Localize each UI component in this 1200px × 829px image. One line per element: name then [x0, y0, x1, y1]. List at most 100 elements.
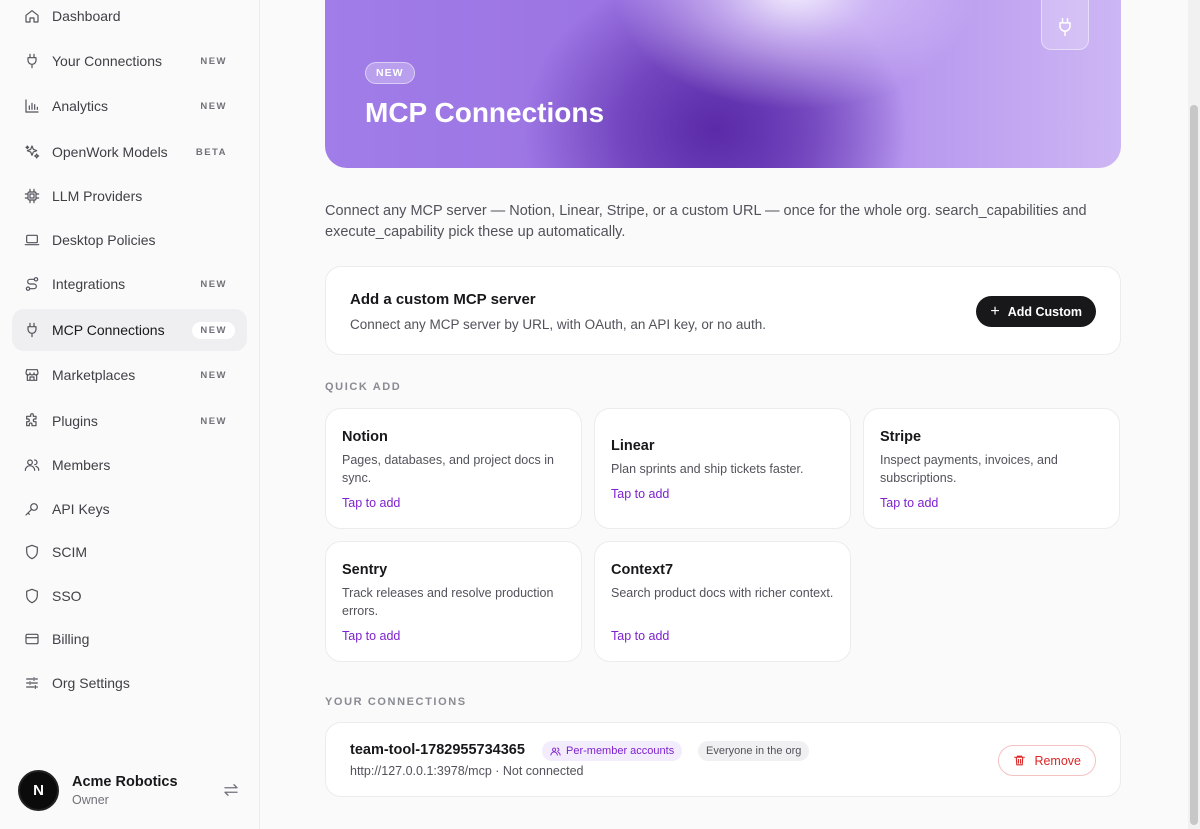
key-icon — [24, 501, 40, 517]
tap-to-add-link[interactable]: Tap to add — [342, 629, 400, 643]
remove-button[interactable]: Remove — [998, 745, 1096, 776]
custom-server-title: Add a custom MCP server — [350, 291, 536, 308]
tap-to-add-link[interactable]: Tap to add — [611, 487, 669, 501]
switch-icon[interactable] — [222, 781, 240, 799]
tap-to-add-link[interactable]: Tap to add — [880, 496, 938, 510]
org-switcher[interactable]: N Acme Robotics Owner — [18, 768, 248, 812]
sidebar-item-label: OpenWork Models — [52, 144, 168, 160]
quick-add-description: Plan sprints and ship tickets faster. — [611, 462, 804, 476]
sidebar-item-billing[interactable]: Billing — [12, 618, 247, 660]
users-icon — [550, 747, 561, 756]
puzzle-icon — [24, 413, 40, 429]
sidebar-item-desktop-policies[interactable]: Desktop Policies — [12, 219, 247, 261]
sliders-icon — [24, 675, 40, 691]
sidebar-item-plugins[interactable]: Plugins NEW — [12, 400, 247, 442]
sidebar-item-members[interactable]: Members — [12, 444, 247, 486]
sidebar-item-label: SCIM — [52, 544, 87, 560]
sidebar-item-label: Analytics — [52, 98, 109, 114]
plus-icon: + — [990, 302, 1000, 320]
sidebar-item-mcp-connections[interactable]: MCP Connections NEW — [12, 309, 247, 351]
sidebar-item-label: LLM Providers — [52, 188, 143, 204]
quick-add-name: Linear — [611, 438, 655, 454]
tap-to-add-link[interactable]: Tap to add — [611, 629, 669, 643]
sidebar-item-scim[interactable]: SCIM — [12, 531, 247, 573]
quick-add-context7[interactable]: Context7 Search product docs with richer… — [594, 541, 851, 662]
quick-add-name: Stripe — [880, 429, 922, 445]
main-content: NEW MCP Connections Connect any MCP serv… — [260, 0, 1188, 829]
scrollbar[interactable] — [1188, 0, 1200, 829]
sidebar-item-org-settings[interactable]: Org Settings — [12, 662, 247, 704]
quick-add-stripe[interactable]: Stripe Inspect payments, invoices, and s… — [863, 408, 1120, 529]
add-custom-button[interactable]: + Add Custom — [976, 296, 1096, 327]
custom-server-subtitle: Connect any MCP server by URL, with OAut… — [350, 317, 766, 332]
sidebar-item-label: Dashboard — [52, 8, 121, 24]
users-icon — [24, 457, 40, 473]
sidebar-item-label: Integrations — [52, 276, 126, 292]
credit-card-icon — [24, 631, 40, 647]
sidebar-item-label: Desktop Policies — [52, 232, 156, 248]
quick-add-description: Inspect payments, invoices, and subscrip… — [880, 453, 1058, 485]
sidebar-item-label: Your Connections — [52, 53, 163, 69]
store-icon — [24, 367, 40, 383]
sidebar: Dashboard Your Connections NEW Analytics… — [0, 0, 260, 829]
quick-add-heading: QUICK ADD — [325, 381, 402, 393]
sidebar-item-label: API Keys — [52, 501, 110, 517]
connection-name: team-tool-1782955734365 — [350, 742, 525, 758]
org-name: Acme Robotics — [72, 773, 178, 790]
custom-server-card: Add a custom MCP server Connect any MCP … — [325, 266, 1121, 355]
scroll-thumb[interactable] — [1190, 105, 1198, 825]
sidebar-item-label: Org Settings — [52, 675, 130, 691]
auth-mode-pill: Per-member accounts — [542, 741, 683, 761]
connection-url-status: http://127.0.0.1:3978/mcp · Not connecte… — [350, 764, 584, 778]
remove-label: Remove — [1034, 753, 1081, 768]
new-badge: NEW — [200, 369, 227, 381]
cpu-icon — [24, 188, 40, 204]
quick-add-description: Search product docs with richer context. — [611, 586, 834, 600]
sidebar-item-api-keys[interactable]: API Keys — [12, 488, 247, 530]
connection-row: team-tool-1782955734365 Per-member accou… — [325, 722, 1121, 797]
home-icon — [24, 8, 40, 24]
sidebar-item-integrations[interactable]: Integrations NEW — [12, 263, 247, 305]
quick-add-name: Context7 — [611, 562, 674, 578]
quick-add-description: Pages, databases, and project docs in sy… — [342, 453, 554, 485]
sidebar-item-label: SSO — [52, 588, 82, 604]
new-badge: NEW — [200, 415, 227, 427]
sidebar-item-label: Members — [52, 457, 111, 473]
sidebar-item-analytics[interactable]: Analytics NEW — [12, 85, 247, 127]
route-icon — [24, 276, 40, 292]
page-title: MCP Connections — [365, 97, 605, 128]
page-description: Connect any MCP server — Notion, Linear,… — [325, 203, 1087, 240]
hero-banner: NEW MCP Connections — [325, 0, 1121, 168]
auth-mode-label: Per-member accounts — [566, 745, 675, 757]
add-custom-label: Add Custom — [1007, 304, 1082, 319]
trash-icon — [1014, 755, 1026, 766]
quick-add-sentry[interactable]: Sentry Track releases and resolve produc… — [325, 541, 582, 662]
new-badge: NEW — [365, 62, 415, 84]
sidebar-item-label: MCP Connections — [52, 322, 165, 338]
your-connections-heading: YOUR CONNECTIONS — [325, 696, 467, 708]
scope-pill: Everyone in the org — [698, 741, 810, 761]
quick-add-description: Track releases and resolve production er… — [342, 586, 554, 618]
sidebar-item-dashboard[interactable]: Dashboard — [12, 0, 247, 37]
bar-chart-icon — [24, 98, 40, 114]
quick-add-linear[interactable]: Linear Plan sprints and ship tickets fas… — [594, 408, 851, 529]
new-badge: NEW — [200, 278, 227, 290]
quick-add-notion[interactable]: Notion Pages, databases, and project doc… — [325, 408, 582, 529]
plug-icon — [1041, 0, 1089, 50]
sidebar-item-your-connections[interactable]: Your Connections NEW — [12, 40, 247, 82]
sidebar-item-llm-providers[interactable]: LLM Providers — [12, 175, 247, 217]
quick-add-name: Notion — [342, 429, 388, 445]
new-badge: NEW — [192, 321, 235, 339]
avatar: N — [18, 769, 59, 811]
plug-icon — [24, 322, 40, 338]
sidebar-item-sso[interactable]: SSO — [12, 575, 247, 617]
sidebar-item-label: Billing — [52, 631, 90, 647]
new-badge: NEW — [200, 100, 227, 112]
sidebar-item-openwork-models[interactable]: OpenWork Models BETA — [12, 131, 247, 173]
org-role: Owner — [72, 792, 109, 807]
sidebar-item-label: Plugins — [52, 413, 98, 429]
laptop-icon — [24, 232, 40, 248]
sidebar-item-marketplaces[interactable]: Marketplaces NEW — [12, 354, 247, 396]
sidebar-item-label: Marketplaces — [52, 367, 136, 383]
tap-to-add-link[interactable]: Tap to add — [342, 496, 400, 510]
